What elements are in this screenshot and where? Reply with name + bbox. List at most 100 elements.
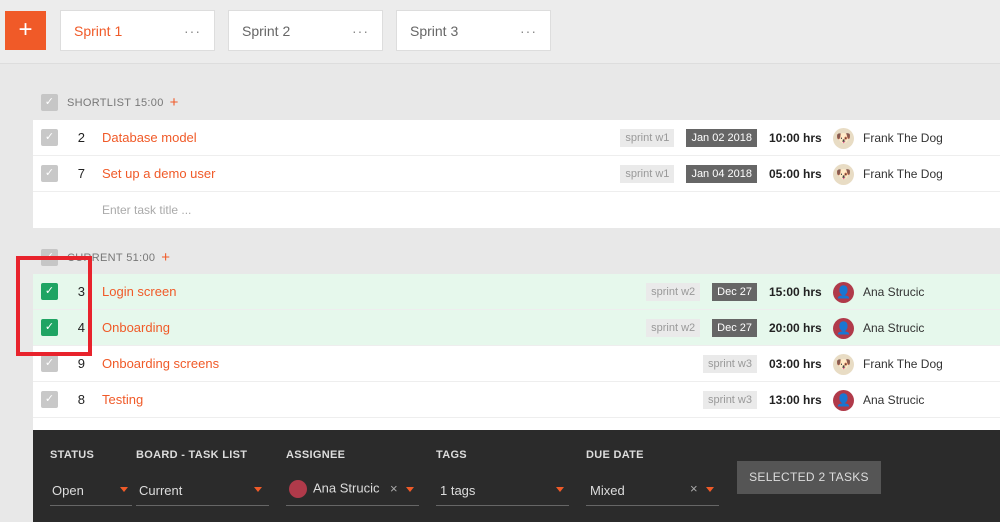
dog-avatar-icon: 🐶	[833, 163, 854, 185]
list-time: 15:00	[134, 96, 164, 109]
task-checkbox[interactable]: ✓	[41, 391, 58, 408]
hours: 20:00 hrs	[769, 321, 822, 335]
task-row[interactable]: ✓ 2 Database model sprint w1 Jan 02 2018…	[33, 120, 1000, 156]
due-date-badge[interactable]: Dec 27	[712, 283, 757, 301]
task-title[interactable]: Database model	[102, 130, 197, 145]
assignee-name[interactable]: Frank The Dog	[863, 131, 1000, 145]
tag-badge[interactable]: sprint w1	[620, 165, 675, 183]
field-underline	[586, 505, 719, 506]
dog-avatar-icon: 🐶	[833, 353, 854, 375]
field-label: TAGS	[436, 449, 467, 461]
due-date-badge[interactable]: Jan 04 2018	[686, 165, 757, 183]
assignee-name[interactable]: Ana Strucic	[863, 285, 1000, 299]
due-date-badge[interactable]: Dec 27	[712, 319, 757, 337]
task-title[interactable]: Login screen	[102, 284, 176, 299]
more-icon[interactable]: ···	[520, 23, 537, 39]
task-row[interactable]: ✓ 8 Testing sprint w3 13:00 hrs 👤 Ana St…	[33, 382, 1000, 418]
sprint-tab-bar: + Sprint 1 ··· Sprint 2 ··· Sprint 3 ···	[0, 0, 1000, 64]
more-icon[interactable]: ···	[184, 23, 201, 39]
add-sprint-button[interactable]: +	[5, 11, 46, 50]
clear-icon[interactable]: ×	[690, 481, 698, 496]
user-avatar-icon: 👤	[833, 317, 854, 339]
assignee-value: Ana Strucic	[313, 480, 380, 496]
task-title[interactable]: Onboarding screens	[102, 356, 219, 371]
task-title[interactable]: Onboarding	[102, 320, 170, 335]
assignee-name[interactable]: Frank The Dog	[863, 357, 1000, 371]
assignee-field[interactable]: ASSIGNEE Ana Strucic ×	[286, 449, 419, 506]
current-card: ✓ 3 Login screen sprint w2 Dec 27 15:00 …	[33, 274, 1000, 434]
chevron-down-icon[interactable]	[120, 487, 128, 492]
selection-highlight	[16, 256, 92, 356]
hours: 15:00 hrs	[769, 285, 822, 299]
select-all-checkbox[interactable]: ✓	[41, 94, 58, 111]
due-date-field[interactable]: DUE DATE Mixed ×	[586, 449, 719, 506]
task-number: 8	[77, 392, 85, 407]
field-underline	[286, 505, 419, 506]
field-underline	[136, 505, 269, 506]
chevron-down-icon[interactable]	[706, 487, 714, 492]
tags-field[interactable]: TAGS 1 tags	[436, 449, 569, 506]
chevron-down-icon[interactable]	[556, 487, 564, 492]
task-row[interactable]: ✓ 4 Onboarding sprint w2 Dec 27 20:00 hr…	[33, 310, 1000, 346]
field-underline	[50, 505, 132, 506]
chevron-down-icon[interactable]	[406, 487, 414, 492]
selected-tasks-button[interactable]: SELECTED 2 TASKS	[737, 461, 881, 494]
chevron-down-icon[interactable]	[254, 487, 262, 492]
add-task-icon[interactable]: +	[170, 94, 179, 111]
task-checkbox[interactable]: ✓	[41, 165, 58, 182]
task-number: 7	[77, 166, 85, 181]
tags-select[interactable]: 1 tags	[440, 483, 475, 498]
task-title[interactable]: Testing	[102, 392, 143, 407]
status-select[interactable]: Open	[52, 483, 84, 498]
tab-sprint-1[interactable]: Sprint 1 ···	[60, 10, 215, 51]
shortlist-header: ✓ SHORTLIST 15:00 +	[41, 94, 179, 111]
tab-sprint-3[interactable]: Sprint 3 ···	[396, 10, 551, 51]
assignee-name[interactable]: Ana Strucic	[863, 321, 1000, 335]
task-row[interactable]: ✓ 3 Login screen sprint w2 Dec 27 15:00 …	[33, 274, 1000, 310]
tag-badge[interactable]: sprint w3	[702, 391, 757, 409]
task-title[interactable]: Set up a demo user	[102, 166, 215, 181]
field-label: STATUS	[50, 449, 95, 461]
task-row[interactable]: ✓ 9 Onboarding screens sprint w3 03:00 h…	[33, 346, 1000, 382]
tag-badge[interactable]: sprint w2	[646, 283, 701, 301]
task-number: 9	[77, 356, 85, 371]
task-checkbox[interactable]: ✓	[41, 355, 58, 372]
tab-sprint-2[interactable]: Sprint 2 ···	[228, 10, 383, 51]
user-avatar-icon: 👤	[833, 389, 854, 411]
list-time: 51:00	[126, 251, 156, 264]
tab-label: Sprint 1	[74, 22, 123, 39]
field-label: BOARD - TASK LIST	[136, 449, 248, 461]
list-name: SHORTLIST	[67, 96, 132, 109]
board-field[interactable]: BOARD - TASK LIST Current	[136, 449, 269, 506]
user-avatar-icon: 👤	[833, 281, 854, 303]
task-row[interactable]: ✓ 7 Set up a demo user sprint w1 Jan 04 …	[33, 156, 1000, 192]
user-avatar-icon	[289, 480, 307, 498]
tag-badge[interactable]: sprint w2	[646, 319, 701, 337]
assignee-name[interactable]: Frank The Dog	[863, 167, 1000, 181]
tab-label: Sprint 2	[242, 22, 291, 39]
tab-label: Sprint 3	[410, 22, 459, 39]
bulk-edit-bar: STATUS Open BOARD - TASK LIST Current AS…	[33, 430, 1000, 522]
add-task-icon[interactable]: +	[161, 249, 170, 266]
due-date-badge[interactable]: Jan 02 2018	[686, 129, 757, 147]
field-label: ASSIGNEE	[286, 449, 346, 461]
status-field[interactable]: STATUS Open	[50, 449, 132, 506]
field-label: DUE DATE	[586, 449, 644, 461]
board-select[interactable]: Current	[139, 483, 182, 498]
hours: 03:00 hrs	[769, 357, 822, 371]
tag-badge[interactable]: sprint w3	[702, 355, 757, 373]
due-date-select[interactable]: Mixed	[590, 483, 625, 498]
new-task-input[interactable]: Enter task title ...	[102, 203, 191, 217]
task-number: 2	[77, 130, 85, 145]
tag-badge[interactable]: sprint w1	[620, 129, 675, 147]
hours: 05:00 hrs	[769, 167, 822, 181]
hours: 10:00 hrs	[769, 131, 822, 145]
assignee-select[interactable]: Ana Strucic	[289, 480, 379, 498]
shortlist-card: ✓ 2 Database model sprint w1 Jan 02 2018…	[33, 120, 1000, 228]
task-checkbox[interactable]: ✓	[41, 129, 58, 146]
more-icon[interactable]: ···	[352, 23, 369, 39]
new-task-row[interactable]: Enter task title ...	[33, 192, 1000, 228]
clear-icon[interactable]: ×	[390, 481, 398, 496]
dog-avatar-icon: 🐶	[833, 127, 854, 149]
assignee-name[interactable]: Ana Strucic	[863, 393, 1000, 407]
